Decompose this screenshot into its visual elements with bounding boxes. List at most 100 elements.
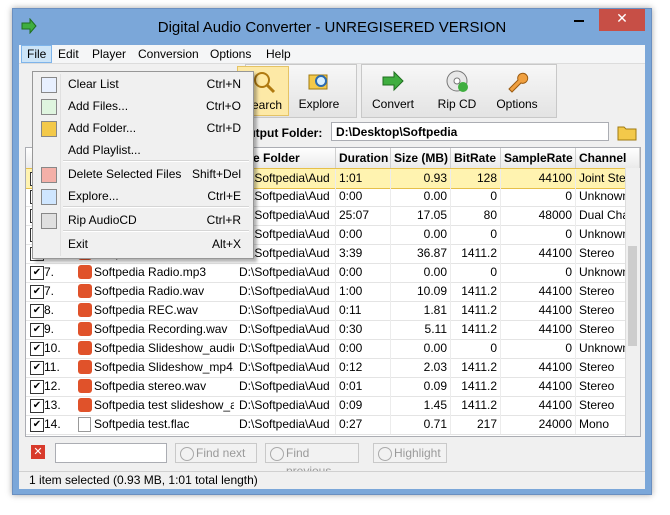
menu-item-add-folder[interactable]: Add Folder... Ctrl+D [35, 118, 251, 138]
cell-size: 1.81 [391, 301, 451, 320]
vertical-scrollbar[interactable] [625, 168, 640, 436]
cell-duration: 0:11 [336, 301, 391, 320]
menu-item-clear-list[interactable]: Clear List Ctrl+N [35, 74, 251, 94]
close-icon: ✕ [616, 11, 628, 27]
close-button[interactable]: ✕ [599, 9, 645, 31]
row-checkbox[interactable]: ✔ [30, 304, 44, 318]
find-next-label: Find next [196, 446, 246, 460]
table-row[interactable]: ✔ 12. Softpedia stereo.wav D:\Softpedia\Aud… [26, 377, 640, 397]
menu-item-add-playlist[interactable]: Add Playlist... [35, 140, 251, 160]
rip-cd-label: Rip CD [437, 97, 477, 111]
menu-item-exit[interactable]: Exit Alt+X [35, 234, 251, 254]
menu-item-rip-audiocd[interactable]: Rip AudioCD Ctrl+R [35, 210, 251, 230]
cell-bitrate: 217 [451, 415, 501, 434]
row-checkbox[interactable]: ✔ [30, 285, 44, 299]
cell-duration: 0:00 [336, 263, 391, 282]
menu-item-delete-selected-files[interactable]: Delete Selected Files Shift+Del [35, 164, 251, 184]
col-header-channel[interactable]: Channel [576, 148, 640, 168]
table-row[interactable]: ✔ 8. Softpedia REC.wav D:\Softpedia\Aud 0:11… [26, 301, 640, 321]
add-folder-icon [41, 121, 57, 137]
table-row[interactable]: ✔ 13. Softpedia test slideshow_av D:\Softpe… [26, 396, 640, 416]
close-find-icon[interactable]: ✕ [31, 445, 45, 459]
file-name: Softpedia Recording.wav [94, 322, 228, 336]
table-row[interactable]: ✔ 9. Softpedia Recording.wav D:\Softpedia\A… [26, 320, 640, 340]
menu-player[interactable]: Player [87, 46, 131, 62]
menu-edit[interactable]: Edit [53, 46, 84, 62]
options-button[interactable]: Options [489, 66, 545, 114]
file-name: Softpedia Slideshow_audio [94, 341, 234, 355]
cell-duration: 0:00 [336, 187, 391, 206]
file-name: Softpedia Radio.wav [94, 284, 205, 298]
menu-item-explore[interactable]: Explore... Ctrl+E [35, 186, 251, 206]
document-icon [78, 417, 91, 432]
find-next-button[interactable]: Find next [175, 443, 257, 463]
row-checkbox[interactable]: ✔ [30, 399, 44, 413]
find-input[interactable] [55, 443, 167, 463]
cell-folder: D:\Softpedia\Aud [236, 320, 336, 339]
menu-options[interactable]: Options [205, 46, 256, 62]
rip-cd-button[interactable]: Rip CD [429, 66, 485, 114]
minimize-button[interactable] [565, 9, 593, 31]
file-name: Softpedia test.flac [94, 417, 190, 431]
audio-file-icon [78, 265, 92, 279]
menu-item-shortcut: Shift+Del [191, 167, 241, 181]
row-checkbox[interactable]: ✔ [30, 323, 44, 337]
col-header-duration[interactable]: Duration [336, 148, 391, 168]
cell-samplerate: 44100 [501, 320, 576, 339]
explore-icon [308, 74, 328, 90]
menu-conversion[interactable]: Conversion [133, 46, 204, 62]
window-title: Digital Audio Converter - UNREGISERED VE… [157, 19, 507, 36]
cell-duration: 0:00 [336, 225, 391, 244]
options-label: Options [496, 97, 538, 111]
row-number: 7. [44, 284, 55, 298]
find-previous-button[interactable]: Find previous [265, 443, 359, 478]
cell-duration: 1:00 [336, 282, 391, 301]
table-row[interactable]: ✔ 11. Softpedia Slideshow_mp4. D:\Softpedia… [26, 358, 640, 378]
cell-duration: 25:07 [336, 206, 391, 225]
row-number: 14. [44, 417, 61, 431]
cell-bitrate: 1411.2 [451, 396, 501, 415]
cell-size: 0.00 [391, 339, 451, 358]
menu-item-label: Add Folder... [68, 121, 137, 135]
col-header-bitrate[interactable]: BitRate [451, 148, 501, 168]
menu-item-label: Explore... [68, 189, 119, 203]
menu-item-label: Exit [68, 237, 89, 251]
cell-bitrate: 1411.2 [451, 282, 501, 301]
cell-size: 0.00 [391, 187, 451, 206]
highlight-button[interactable]: Highlight [373, 443, 447, 463]
row-checkbox[interactable]: ✔ [30, 418, 44, 432]
cell-bitrate: 80 [451, 206, 501, 225]
menu-item-shortcut: Ctrl+E [207, 189, 241, 203]
cd-icon [446, 70, 468, 92]
scrollbar-thumb[interactable] [628, 246, 637, 346]
cell-bitrate: 0 [451, 187, 501, 206]
table-row[interactable]: ✔ 14. Softpedia test.flac D:\Softpedia\Aud 0… [26, 415, 640, 435]
row-checkbox[interactable]: ✔ [30, 342, 44, 356]
wrench-icon [508, 72, 529, 93]
convert-button[interactable]: Convert [365, 66, 421, 114]
page-icon [41, 77, 57, 93]
title-bar[interactable]: Digital Audio Converter - UNREGISERED VE… [13, 9, 651, 45]
row-checkbox[interactable]: ✔ [30, 266, 44, 280]
explore-button[interactable]: Explore [291, 66, 347, 114]
col-header-samplerate[interactable]: SampleRate [501, 148, 576, 168]
cell-folder: D:\Softpedia\Aud [236, 263, 336, 282]
cell-duration: 0:27 [336, 415, 391, 434]
cell-bitrate: 1411.2 [451, 301, 501, 320]
menu-help[interactable]: Help [261, 46, 296, 62]
menu-item-add-files[interactable]: Add Files... Ctrl+O [35, 96, 251, 116]
table-row[interactable]: ✔ 7. Softpedia Radio.mp3 D:\Softpedia\Aud 0:… [26, 263, 640, 283]
menu-file[interactable]: File [21, 45, 53, 63]
row-checkbox[interactable]: ✔ [30, 380, 44, 394]
row-checkbox[interactable]: ✔ [30, 361, 44, 375]
col-header-size[interactable]: Size (MB) [391, 148, 451, 168]
status-bar: 1 item selected (0.93 MB, 1:01 total len… [19, 471, 645, 489]
output-folder-field[interactable]: D:\Desktop\Softpedia [331, 122, 609, 141]
browse-folder-icon[interactable] [617, 122, 637, 142]
audio-file-icon [78, 398, 92, 412]
cell-samplerate: 44100 [501, 282, 576, 301]
table-row[interactable]: ✔ 10. Softpedia Slideshow_audio D:\Softpedi… [26, 339, 640, 359]
highlight-label: Highlight [394, 446, 441, 460]
delete-icon [41, 167, 57, 183]
table-row[interactable]: ✔ 7. Softpedia Radio.wav D:\Softpedia\Aud 1:… [26, 282, 640, 302]
